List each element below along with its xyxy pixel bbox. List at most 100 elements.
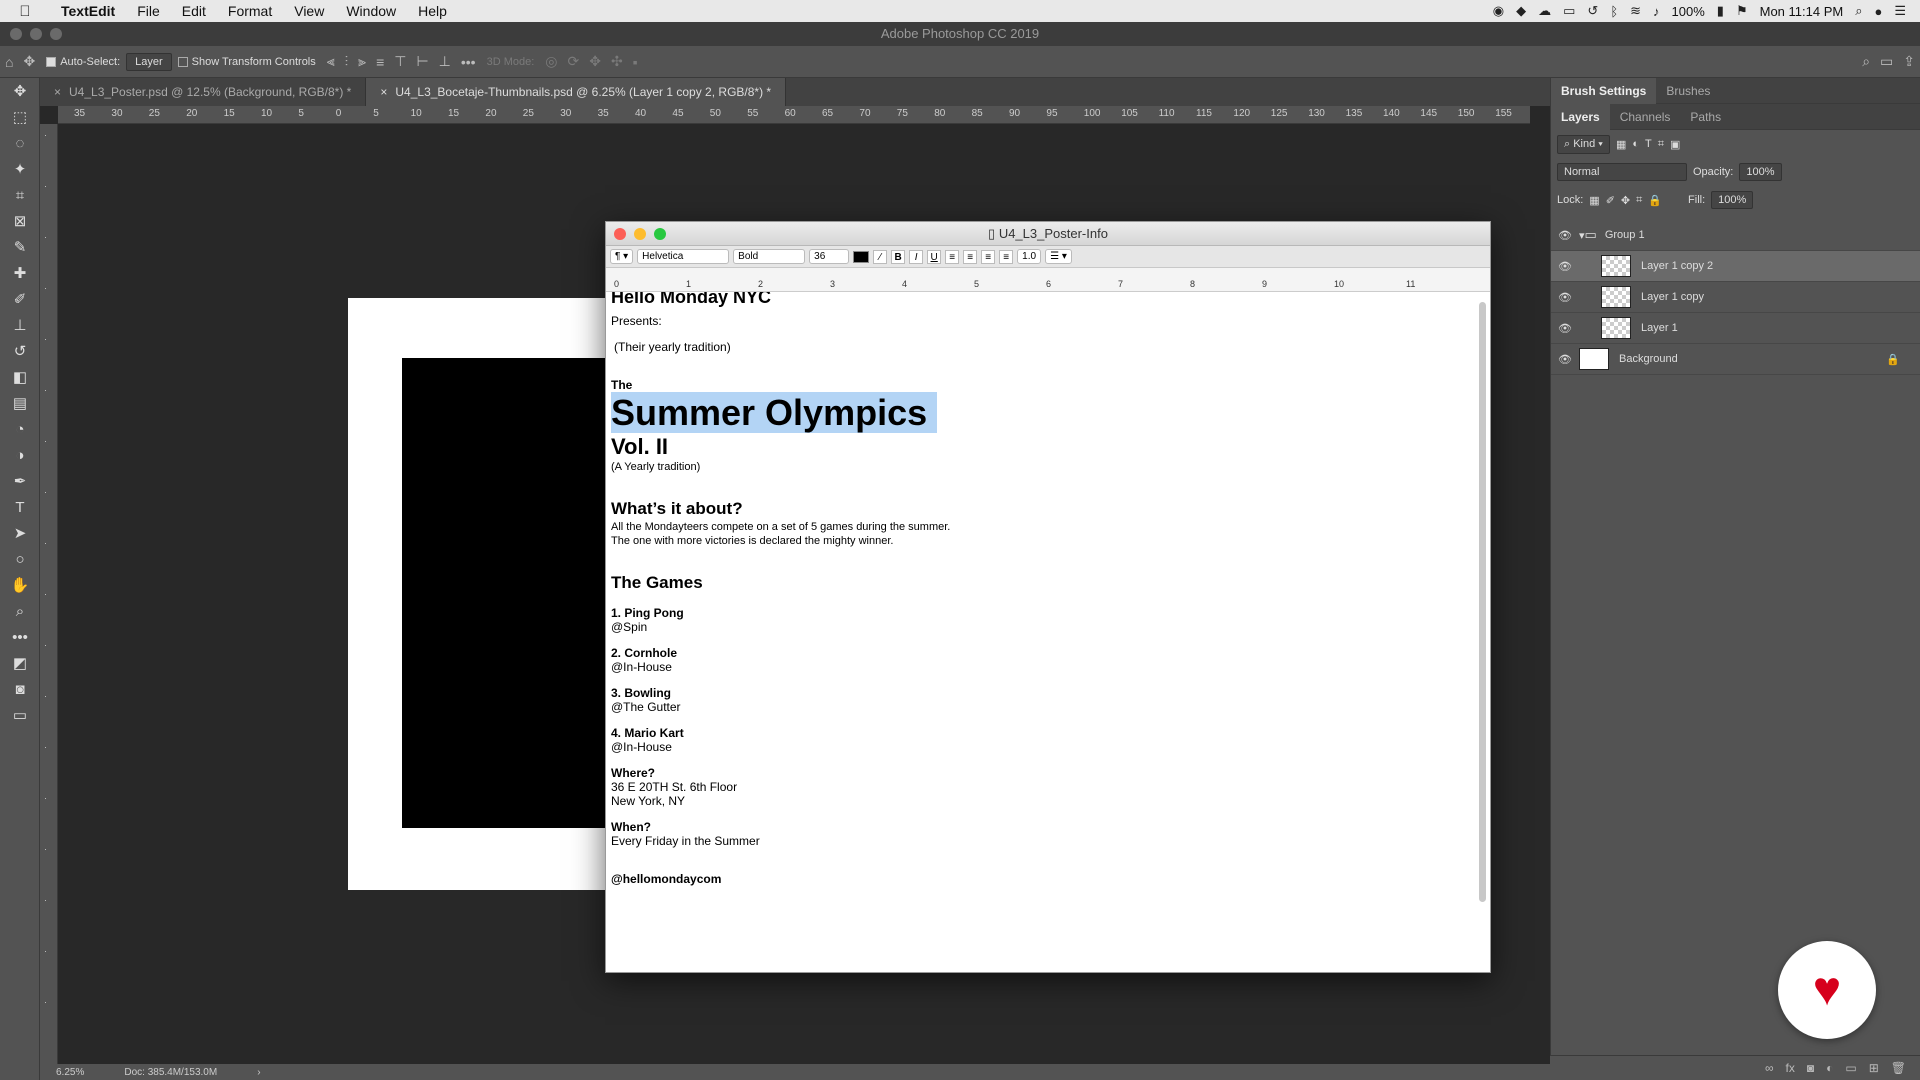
eye-icon[interactable]: 👁 [1551, 260, 1579, 273]
lasso-tool-icon[interactable]: ◌ [0, 130, 40, 156]
tab-brushes[interactable]: Brushes [1656, 78, 1720, 104]
apple-icon[interactable]:  [0, 3, 50, 20]
tab-paths[interactable]: Paths [1680, 104, 1731, 130]
edit-toolbar-icon[interactable]: ••• [0, 624, 40, 650]
screen-mode-icon[interactable]: ▭ [0, 702, 40, 728]
minimize-button[interactable] [634, 228, 646, 240]
home-icon[interactable]: ⌂ [5, 54, 13, 70]
volume-icon[interactable]: ♪ [1653, 4, 1660, 19]
type-tool-icon[interactable]: T [0, 494, 40, 520]
adjustment-filter-icon[interactable]: ◐ [1632, 138, 1639, 150]
textedit-ruler[interactable]: 0 1 2 3 4 5 6 7 8 9 10 11 [606, 268, 1490, 292]
dodge-tool-icon[interactable]: ◑ [0, 442, 40, 468]
smart-object-filter-icon[interactable]: ▣ [1670, 138, 1680, 151]
minimize-button[interactable] [30, 28, 42, 40]
mask-icon[interactable]: ◙ [1807, 1061, 1814, 1075]
frame-tool-icon[interactable]: ⊠ [0, 208, 40, 234]
opacity-input[interactable]: 100% [1739, 163, 1782, 181]
zoom-tool-icon[interactable]: ⌕ [0, 598, 40, 624]
path-select-icon[interactable]: ➤ [0, 520, 40, 546]
history-brush-icon[interactable]: ↺ [0, 338, 40, 364]
align-center-icon[interactable]: ⫶ [345, 53, 349, 70]
document-body[interactable]: Hello Monday NYC Presents: (Their yearly… [606, 292, 1476, 972]
shape-tool-icon[interactable]: ○ [0, 546, 40, 572]
menu-view[interactable]: View [283, 3, 335, 19]
eyedropper-icon[interactable]: ✎ [0, 234, 40, 260]
stamp-tool-icon[interactable]: ⊥ [0, 312, 40, 338]
scrollbar[interactable] [1479, 302, 1486, 902]
italic-button[interactable]: I [909, 249, 924, 264]
time-machine-icon[interactable]: ↺ [1587, 3, 1598, 19]
3d-slide-icon[interactable]: ✣ [611, 53, 623, 70]
align-bottom-icon[interactable]: ⊥ [439, 53, 451, 70]
align-top-icon[interactable]: ⊤ [394, 53, 406, 70]
line-spacing-dropdown[interactable]: 1.0 [1017, 249, 1042, 264]
zoom-button[interactable] [50, 28, 62, 40]
kind-filter-dropdown[interactable]: ⌕ Kind ▾ [1557, 134, 1610, 154]
layer-row[interactable]: 👁 Background 🔒 [1551, 344, 1920, 375]
new-group-icon[interactable]: ▭ [1845, 1061, 1856, 1075]
tab-layers[interactable]: Layers [1551, 103, 1610, 130]
search-icon[interactable]: ⌕ [1862, 53, 1870, 70]
share-icon[interactable]: ⇪ [1903, 53, 1915, 70]
text-color-swatch[interactable] [853, 250, 870, 263]
move-tool-icon[interactable]: ✥ [0, 78, 40, 104]
pen-tool-icon[interactable]: ✒ [0, 468, 40, 494]
align-right-button[interactable]: ≡ [981, 249, 996, 264]
lock-artboard-icon[interactable]: ⌗ [1636, 194, 1642, 207]
close-button[interactable] [10, 28, 22, 40]
3d-scale-icon[interactable]: ▪ [633, 54, 638, 70]
tab-poster[interactable]: × U4_L3_Poster.psd @ 12.5% (Background, R… [40, 78, 367, 106]
lock-position-icon[interactable]: ✥ [1621, 194, 1630, 207]
eye-icon[interactable]: 👁 [1551, 353, 1579, 366]
menu-file[interactable]: File [126, 3, 171, 19]
flag-icon[interactable]: ⚑ [1736, 3, 1748, 19]
distribute-icon[interactable]: ≡ [376, 54, 384, 70]
battery-percent[interactable]: 100% [1672, 4, 1705, 19]
3d-pan-icon[interactable]: ✥ [589, 53, 601, 70]
battery-icon[interactable]: ▮ [1717, 3, 1724, 19]
cloud-icon[interactable]: ☁ [1538, 3, 1551, 19]
new-layer-icon[interactable]: ⊞ [1869, 1061, 1879, 1075]
transform-checkbox[interactable] [177, 56, 188, 67]
brush-tool-icon[interactable]: ✐ [0, 286, 40, 312]
fx-icon[interactable]: fx [1786, 1061, 1795, 1075]
crop-tool-icon[interactable]: ⌗ [0, 182, 40, 208]
hand-tool-icon[interactable]: ✋ [0, 572, 40, 598]
color-swatches-icon[interactable]: ◩ [0, 650, 40, 676]
healing-brush-icon[interactable]: ✚ [0, 260, 40, 286]
siri-icon[interactable]: ● [1874, 4, 1882, 19]
move-tool-icon[interactable]: ✥ [23, 53, 35, 70]
list-dropdown[interactable]: ☰ ▾ [1045, 249, 1072, 264]
marquee-tool-icon[interactable]: ⬚ [0, 104, 40, 130]
link-icon[interactable]: ∞ [1765, 1061, 1774, 1075]
align-middle-icon[interactable]: ⊢ [416, 53, 428, 70]
eraser-tool-icon[interactable]: ◧ [0, 364, 40, 390]
auto-select-option[interactable]: Auto-Select: [46, 56, 120, 68]
layer-row[interactable]: 👁 Layer 1 copy [1551, 282, 1920, 313]
record-icon[interactable]: ◉ [1493, 3, 1504, 19]
more-options-icon[interactable]: ••• [461, 54, 476, 70]
3d-orbit-icon[interactable]: ◎ [545, 53, 557, 70]
zoom-level[interactable]: 6.25% [56, 1067, 84, 1078]
layer-row[interactable]: 👁 Layer 1 [1551, 313, 1920, 344]
doc-size[interactable]: Doc: 385.4M/153.0M [124, 1067, 217, 1078]
lock-all-icon[interactable]: 🔒 [1648, 194, 1662, 207]
align-left-icon[interactable]: ⫷ [327, 53, 335, 70]
layer-row-group[interactable]: 👁 ▾ ▭ Group 1 [1551, 220, 1920, 251]
close-icon[interactable]: × [380, 85, 387, 99]
lock-transparent-icon[interactable]: ▦ [1589, 194, 1599, 207]
close-icon[interactable]: × [54, 85, 61, 99]
align-center-button[interactable]: ≡ [963, 249, 978, 264]
trash-icon[interactable]: 🗑 [1891, 1061, 1906, 1075]
selected-text[interactable]: Summer Olympics [611, 392, 938, 433]
menu-format[interactable]: Format [217, 3, 283, 19]
align-left-button[interactable]: ≡ [945, 249, 960, 264]
adjustment-icon[interactable]: ◐ [1826, 1061, 1833, 1075]
justify-button[interactable]: ≡ [999, 249, 1014, 264]
menu-window[interactable]: Window [335, 3, 407, 19]
app-menu[interactable]: TextEdit [50, 3, 126, 19]
font-family-dropdown[interactable]: Helvetica [637, 249, 730, 264]
font-size-field[interactable]: 36 [809, 249, 850, 264]
gradient-tool-icon[interactable]: ▤ [0, 390, 40, 416]
